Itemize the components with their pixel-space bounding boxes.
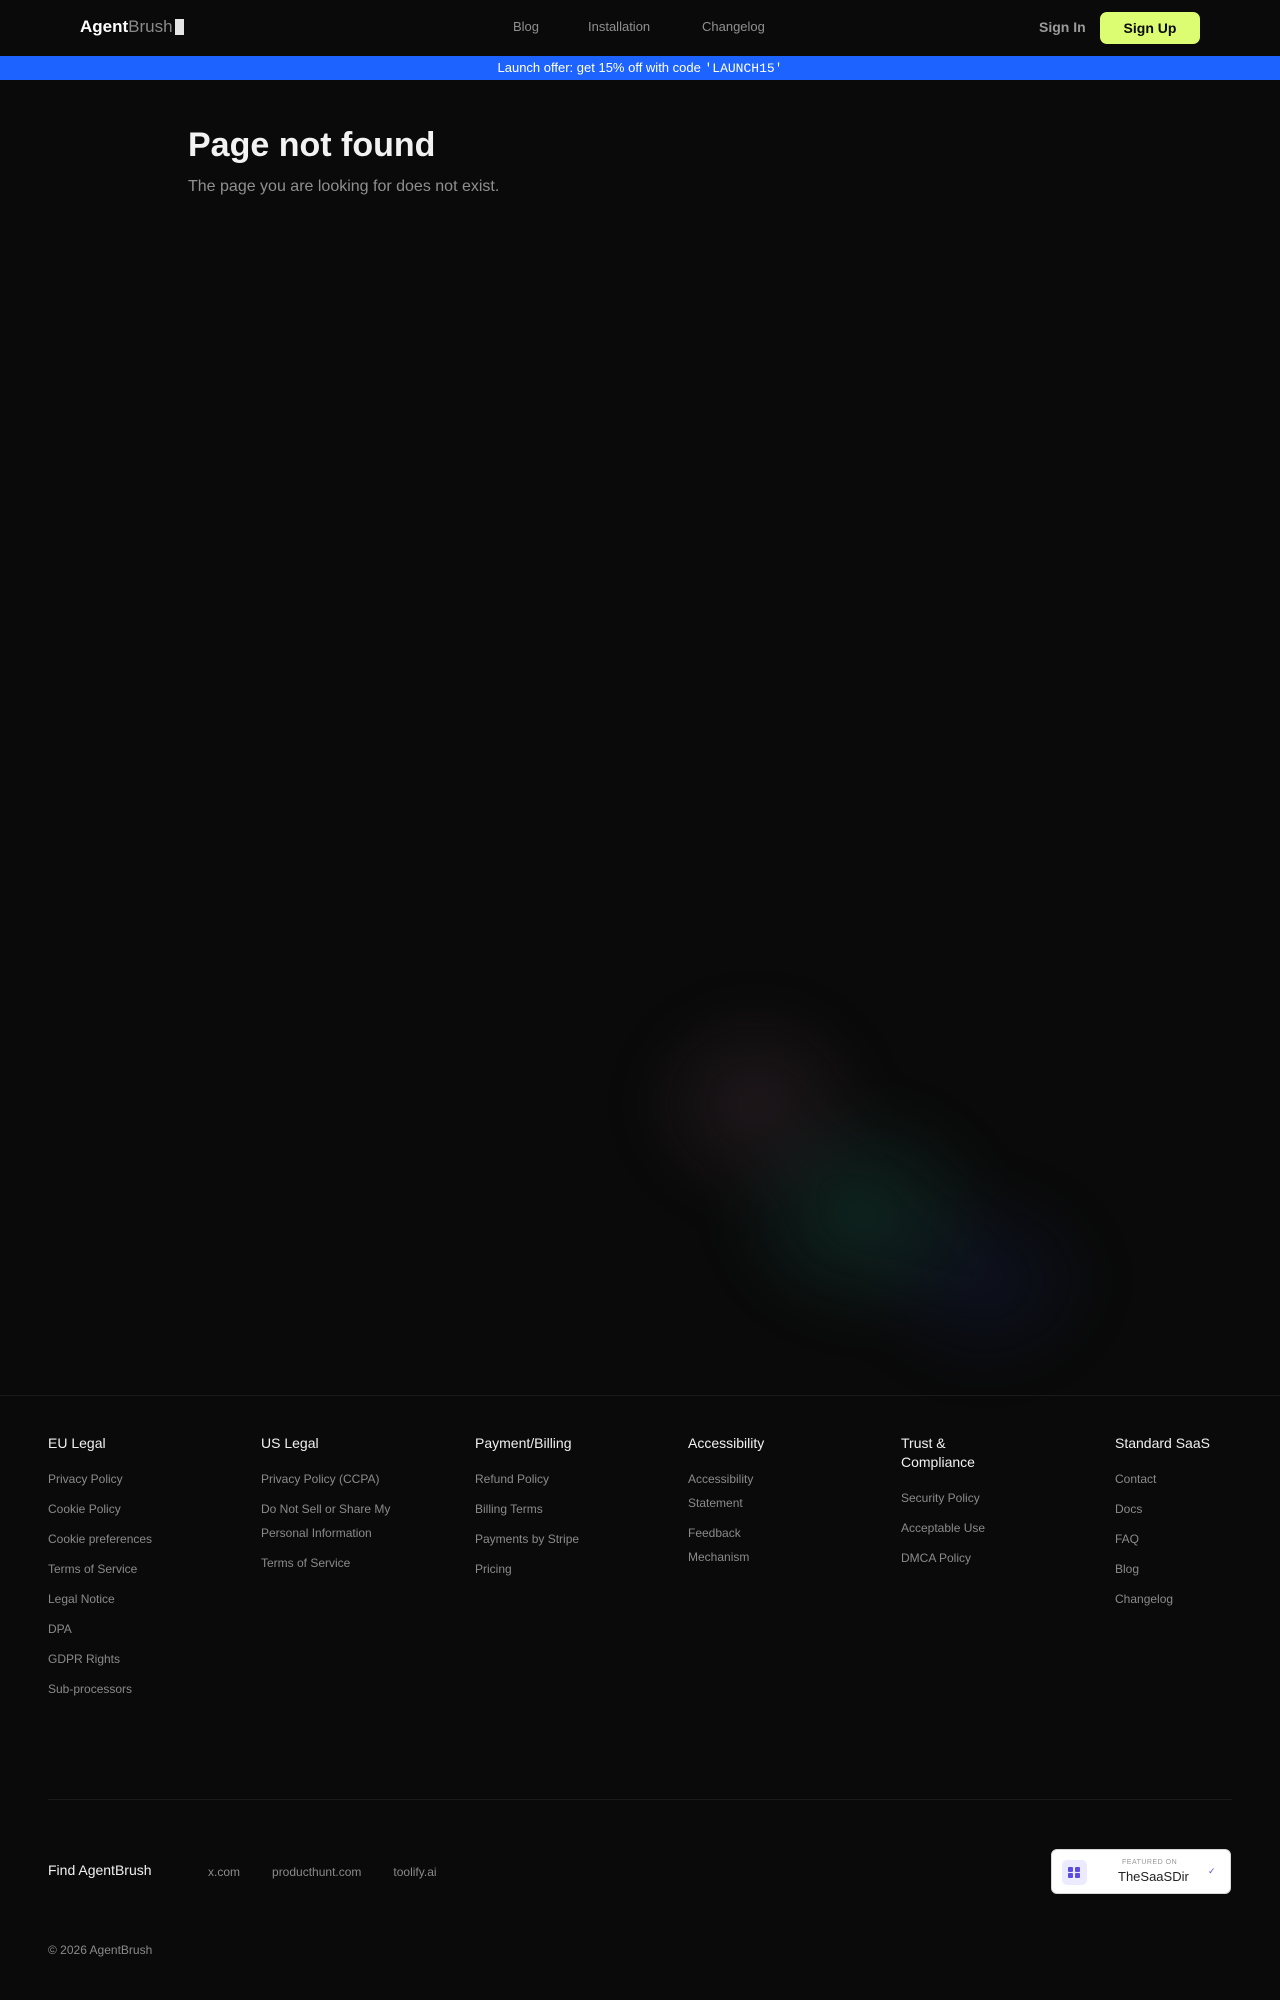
footer-link[interactable]: FAQ <box>1115 1527 1280 1551</box>
footer-divider <box>0 1395 1280 1396</box>
footer-column-accessibility: Accessibility Accessibility Statement Fe… <box>688 1434 788 1575</box>
footer-column-title: Trust & Compliance <box>901 1435 975 1470</box>
footer-link[interactable]: Privacy Policy (CCPA) <box>261 1467 391 1491</box>
footer-link[interactable]: Billing Terms <box>475 1497 645 1521</box>
copyright: © 2026 AgentBrush <box>48 1943 153 1957</box>
footer-link[interactable]: Acceptable Use <box>901 1516 1011 1540</box>
footer-column-title: US Legal <box>261 1435 319 1451</box>
footer-link[interactable]: Sub-processors <box>48 1677 218 1701</box>
footer-link[interactable]: GDPR Rights <box>48 1647 218 1671</box>
footer-link[interactable]: Blog <box>1115 1557 1280 1581</box>
footer-link[interactable]: Pricing <box>475 1557 645 1581</box>
sign-in-button[interactable]: Sign In <box>1039 19 1086 35</box>
footer-column-title: Standard SaaS <box>1115 1435 1210 1451</box>
launch-offer-banner: Launch offer: get 15% off with code 'LAU… <box>0 56 1280 80</box>
footer-link[interactable]: Do Not Sell or Share My Personal Informa… <box>261 1497 391 1545</box>
footer-link[interactable]: Legal Notice <box>48 1587 218 1611</box>
footer-link[interactable]: Docs <box>1115 1497 1280 1521</box>
page-title: Page not found <box>188 126 436 164</box>
find-links: x.com producthunt.com toolify.ai <box>208 1865 469 1879</box>
footer-link[interactable]: Feedback Mechanism <box>688 1521 788 1569</box>
footer-link[interactable]: Changelog <box>1115 1587 1280 1611</box>
find-link-x[interactable]: x.com <box>208 1865 240 1879</box>
footer-column-trust-compliance: Trust & Compliance Security Policy Accep… <box>901 1434 1011 1576</box>
featured-badge[interactable]: FEATURED ON TheSaaSDir ✓ <box>1051 1849 1231 1894</box>
footer-link[interactable]: Contact <box>1115 1467 1280 1491</box>
footer-link[interactable]: Terms of Service <box>261 1551 391 1575</box>
footer-column-title: Accessibility <box>688 1435 765 1451</box>
footer-link[interactable]: Terms of Service <box>48 1557 218 1581</box>
logo[interactable]: Agent Brush <box>80 17 184 37</box>
footer-link[interactable]: Cookie preferences <box>48 1527 218 1551</box>
logo-strong: Agent <box>80 17 129 36</box>
banner-code: 'LAUNCH15' <box>704 61 783 76</box>
banner-text: Launch offer: get 15% off with code <box>497 60 705 75</box>
grid-icon <box>1062 1860 1087 1885</box>
footer-column-standard-saas: Standard SaaS Contact Docs FAQ Blog Chan… <box>1115 1434 1280 1617</box>
footer-link[interactable]: DMCA Policy <box>901 1546 1011 1570</box>
nav-blog[interactable]: Blog <box>513 19 588 34</box>
badge-name: TheSaaSDir <box>1118 1869 1189 1884</box>
footer-bottom-divider <box>48 1799 1232 1800</box>
footer-column-eu-legal: EU Legal Privacy Policy Cookie Policy Co… <box>48 1434 218 1707</box>
nav-changelog[interactable]: Changelog <box>702 19 782 34</box>
footer-column-us-legal: US Legal Privacy Policy (CCPA) Do Not Se… <box>261 1434 391 1581</box>
footer-link[interactable]: Accessibility Statement <box>688 1467 788 1515</box>
footer-link[interactable]: Privacy Policy <box>48 1467 218 1491</box>
page-subtitle: The page you are looking for does not ex… <box>188 178 500 195</box>
footer-column-title: Payment/Billing <box>475 1435 572 1451</box>
footer-link[interactable]: DPA <box>48 1617 218 1641</box>
find-title: Find AgentBrush <box>48 1862 152 1878</box>
background-glow <box>520 950 1140 1390</box>
site-header: Agent Brush Blog Installation Changelog S… <box>0 0 1280 56</box>
footer-link[interactable]: Refund Policy <box>475 1467 645 1491</box>
badge-caption: FEATURED ON <box>1122 1859 1178 1866</box>
find-link-toolify[interactable]: toolify.ai <box>393 1865 436 1879</box>
cursor-block-icon <box>174 19 184 35</box>
find-link-producthunt[interactable]: producthunt.com <box>272 1865 361 1879</box>
main-nav: Blog Installation Changelog <box>513 19 782 34</box>
footer-link[interactable]: Payments by Stripe <box>475 1527 645 1551</box>
nav-installation[interactable]: Installation <box>588 19 702 34</box>
footer-link[interactable]: Security Policy <box>901 1486 1011 1510</box>
sign-up-button[interactable]: Sign Up <box>1100 12 1200 44</box>
footer-link[interactable]: Cookie Policy <box>48 1497 218 1521</box>
chevron-icon: ✓ <box>1208 1866 1216 1876</box>
footer-column-title: EU Legal <box>48 1435 106 1451</box>
logo-light: Brush <box>128 17 173 36</box>
footer-column-payment-billing: Payment/Billing Refund Policy Billing Te… <box>475 1434 645 1587</box>
